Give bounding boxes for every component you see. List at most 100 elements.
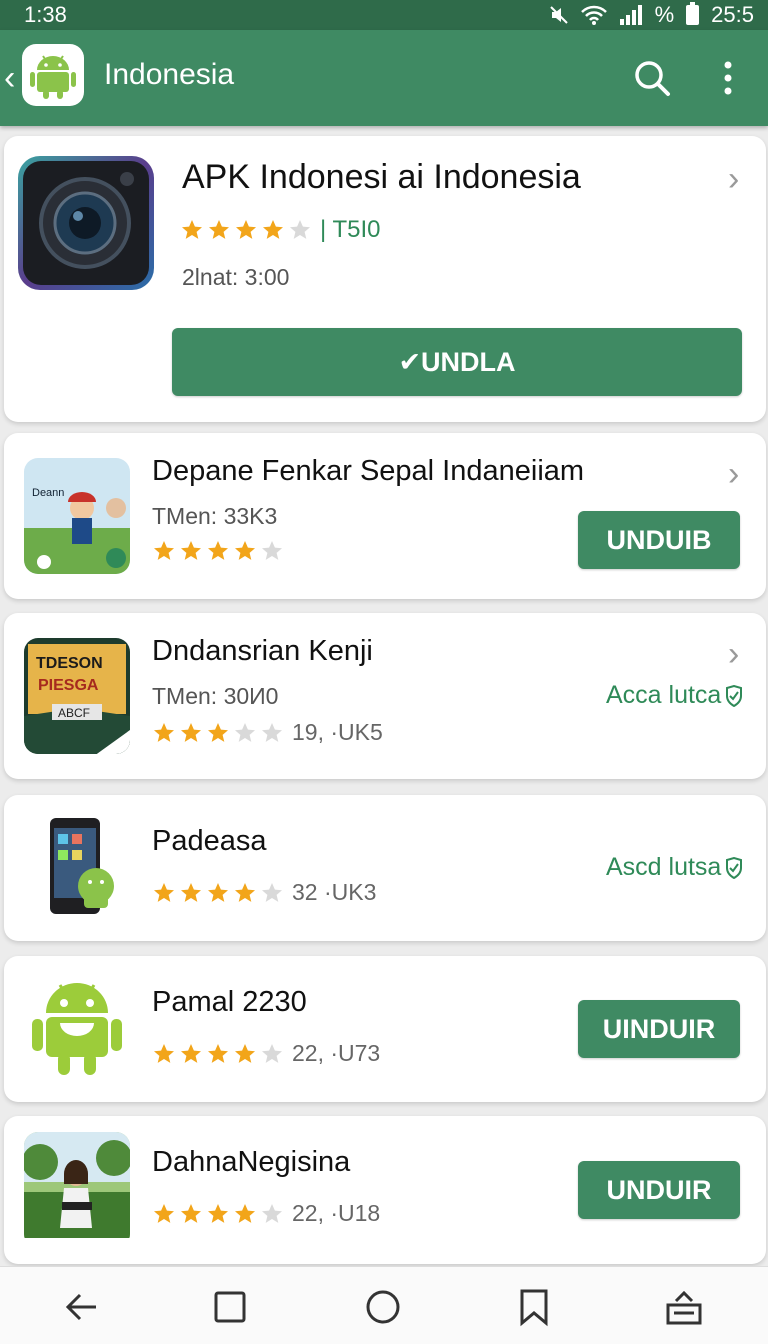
star-filled-icon	[235, 541, 255, 560]
status-icons: % 25:5	[549, 2, 754, 28]
app-title: Pamal 2230	[152, 986, 307, 1018]
app-status-link[interactable]: Ascd lutsa	[606, 853, 743, 882]
app-rating: 32 ·UK3	[152, 879, 376, 906]
star-filled-icon	[181, 882, 201, 902]
star-filled-icon	[181, 722, 201, 742]
signal-icon	[619, 5, 642, 25]
bookmark-icon[interactable]	[514, 1287, 554, 1327]
star-filled-icon	[154, 541, 174, 560]
camera-app-icon[interactable]	[18, 156, 154, 290]
download-tray-icon[interactable]	[664, 1287, 704, 1327]
app-rating: 22, ·U18	[152, 1200, 380, 1227]
app-meta: TMen: 33K3	[152, 503, 278, 529]
app-status-label: Acca lutca	[606, 681, 722, 709]
chevron-right-icon[interactable]: ›	[728, 457, 739, 491]
star-empty-icon	[290, 220, 310, 239]
featured-app-title: APK Indonesi ai Indonesia	[182, 158, 581, 196]
featured-app-card[interactable]: APK Indonesi ai Indonesia › | T5I0 2lnat…	[4, 136, 766, 422]
app-rating	[152, 539, 292, 563]
bottom-nav	[0, 1266, 768, 1344]
app-title: DahnaNegisina	[152, 1146, 351, 1178]
star-rating	[152, 1202, 284, 1226]
svg-text:ABCF: ABCF	[58, 706, 90, 720]
star-rating	[152, 881, 284, 905]
featured-download-button[interactable]: ✔UNDLA	[172, 328, 742, 396]
android-mascot-icon[interactable]	[24, 971, 130, 1087]
android-logo-icon[interactable]	[22, 44, 84, 106]
star-filled-icon	[182, 220, 202, 239]
chevron-right-icon[interactable]: ›	[728, 162, 739, 196]
star-filled-icon	[154, 882, 174, 902]
star-empty-icon	[235, 722, 255, 742]
rating-count: 19, ·UK5	[292, 719, 383, 745]
star-filled-icon	[263, 220, 283, 239]
star-empty-icon	[262, 1043, 282, 1063]
app-title: Depane Fenkar Sepal Indaneiiam	[152, 455, 585, 487]
square-icon[interactable]	[210, 1287, 250, 1327]
svg-text:TDESON: TDESON	[36, 655, 103, 672]
star-filled-icon	[235, 1203, 255, 1223]
wifi-icon	[580, 5, 607, 25]
star-filled-icon	[236, 220, 256, 239]
star-filled-icon	[154, 722, 174, 742]
star-rating	[152, 721, 284, 745]
star-empty-icon	[262, 1203, 282, 1223]
app-list-item[interactable]: TDESON PIESGA ABCF Dndansrian Kenji › TMen: 3…	[4, 613, 766, 779]
back-arrow-icon[interactable]	[62, 1287, 102, 1327]
status-time: 1:38	[24, 2, 67, 27]
app-status-label: Ascd lutsa	[606, 853, 722, 881]
status-bar: 1:38 % 25:5	[0, 0, 768, 30]
featured-rating: | T5I0	[180, 216, 381, 244]
phone-android-icon[interactable]	[24, 810, 130, 926]
star-filled-icon	[235, 882, 255, 902]
more-vert-icon[interactable]	[716, 56, 740, 100]
app-title: Dndansrian Kenji	[152, 635, 373, 667]
star-filled-icon	[181, 1203, 201, 1223]
app-status-link[interactable]: Acca lutca	[606, 681, 743, 710]
battery-percent: %	[654, 2, 675, 27]
app-list-item[interactable]: Padeasa 32 ·UK3 Ascd lutsa	[4, 795, 766, 941]
app-list-item[interactable]: Pamal 2230 22, ·U73 UINDUIR	[4, 956, 766, 1102]
status-clock-right: 25:5	[711, 2, 754, 27]
star-empty-icon	[262, 541, 282, 560]
app-list-item[interactable]: DahnaNegisina 22, ·U18 UNDUIR	[4, 1116, 766, 1264]
back-chevron-icon[interactable]: ‹	[4, 61, 15, 95]
star-filled-icon	[154, 1203, 174, 1223]
svg-text:PIESGA: PIESGA	[38, 677, 99, 694]
download-button[interactable]: UNDUIB	[578, 511, 740, 569]
star-filled-icon	[235, 1043, 255, 1063]
star-filled-icon	[208, 722, 228, 742]
star-filled-icon	[208, 1203, 228, 1223]
featured-app-meta: 2lnat: 3:00	[182, 264, 290, 290]
page-title: Indonesia	[104, 58, 235, 91]
rating-count: 22, ·U73	[292, 1040, 381, 1066]
star-filled-icon	[209, 220, 229, 239]
download-button[interactable]: UINDUIR	[578, 1000, 740, 1058]
rating-count: 22, ·U18	[292, 1200, 381, 1226]
circle-home-icon[interactable]	[363, 1287, 403, 1327]
star-empty-icon	[262, 882, 282, 902]
app-bar: ‹ Indonesia	[0, 30, 768, 126]
star-empty-icon	[262, 722, 282, 742]
mute-icon	[549, 6, 568, 24]
poster-app-icon[interactable]: TDESON PIESGA ABCF	[24, 638, 130, 754]
star-rating	[152, 539, 284, 563]
rating-count: 32 ·UK3	[292, 879, 377, 905]
star-filled-icon	[208, 1043, 228, 1063]
app-rating: 22, ·U73	[152, 1040, 380, 1067]
download-button[interactable]: UNDUIR	[578, 1161, 740, 1219]
app-title: Padeasa	[152, 825, 267, 857]
svg-text:Deann: Deann	[32, 487, 64, 499]
chevron-right-icon[interactable]: ›	[728, 637, 739, 671]
star-filled-icon	[181, 1043, 201, 1063]
shield-check-icon	[726, 684, 743, 707]
app-rating: 19, ·UK5	[152, 719, 383, 746]
star-filled-icon	[154, 1043, 174, 1063]
app-list-item[interactable]: Deann Depane Fenkar Sepal Indaneiiam › TMen…	[4, 433, 766, 599]
search-icon[interactable]	[630, 56, 674, 100]
shield-check-icon	[726, 856, 743, 879]
photo-app-icon[interactable]	[24, 1132, 130, 1248]
battery-icon	[686, 2, 700, 25]
star-filled-icon	[208, 541, 228, 560]
game-poster-icon[interactable]: Deann	[24, 458, 130, 574]
